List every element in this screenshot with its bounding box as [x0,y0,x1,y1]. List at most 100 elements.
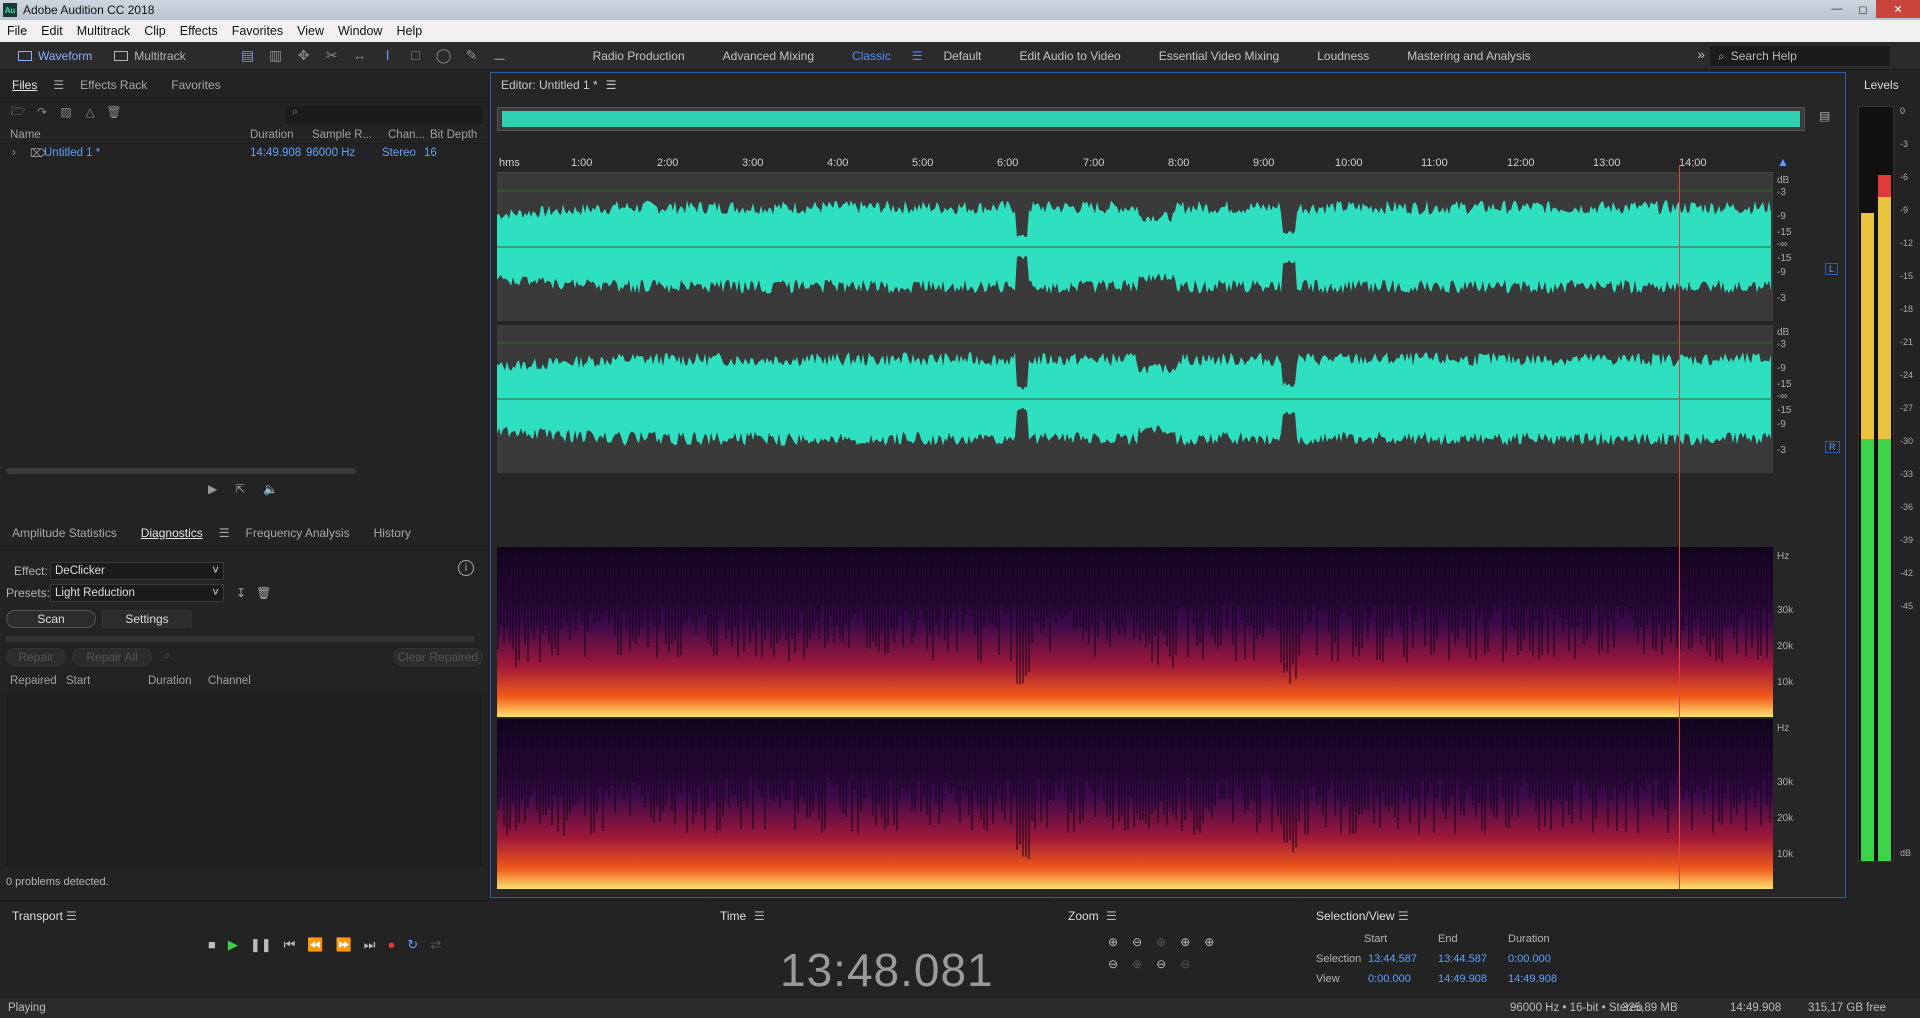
fast-forward-icon[interactable]: ⏩ [336,937,352,953]
menu-file[interactable]: File [0,24,34,38]
menu-clip[interactable]: Clip [137,24,173,38]
zoom-in-amplitude-icon[interactable]: ⊕ [1108,935,1118,949]
pitch-display-icon[interactable]: ▥ [262,47,290,64]
spectrogram-right[interactable] [497,719,1773,889]
snap-icon[interactable]: ▲ [1777,155,1789,169]
insert-multitrack-icon[interactable]: △ [78,105,102,119]
clear-repaired-button[interactable]: Clear Repaired [392,648,483,666]
skip-icon[interactable]: ⇄ [430,937,441,953]
multitrack-mode-button[interactable]: Multitrack [106,45,193,67]
scan-button[interactable]: Scan [6,610,96,628]
razor-tool-icon[interactable]: ✂ [318,47,346,64]
zoom-overview-icon[interactable]: ▤ [1819,109,1830,123]
zoom-selection-icon[interactable]: ⊕ [1180,935,1190,949]
loop-icon[interactable]: ↻ [407,937,418,953]
waveform-mode-button[interactable]: Waveform [10,45,100,67]
new-file-icon[interactable]: ▨ [54,105,78,119]
view-duration[interactable]: 14:49.908 [1508,973,1557,985]
waveform-right-channel[interactable] [497,325,1773,473]
go-to-end-icon[interactable]: ⏭ [364,937,376,953]
panel-menu-icon[interactable]: ☰ [606,78,617,92]
spectrogram-left[interactable] [497,547,1773,717]
stop-icon[interactable]: ■ [208,937,216,953]
menu-help[interactable]: Help [389,24,429,38]
col-sample-rate[interactable]: Sample R... [312,129,388,141]
workspace-loudness[interactable]: Loudness [1317,49,1369,63]
menu-multitrack[interactable]: Multitrack [70,24,137,38]
repair-button[interactable]: Repair [6,648,66,666]
channel-left-badge[interactable]: L [1825,263,1839,275]
col-channels[interactable]: Chan... [388,129,430,141]
col-start[interactable]: Start [66,675,148,687]
col-channel[interactable]: Channel [208,675,251,687]
speaker-icon[interactable]: 🔈 [263,482,278,496]
spot-healing-tool-icon[interactable]: ⚊ [486,47,514,64]
record-icon[interactable]: ● [387,937,395,953]
time-selection-tool-icon[interactable]: I [374,47,402,64]
selection-end[interactable]: 13:44.587 [1438,953,1487,965]
col-duration[interactable]: Duration [148,675,208,687]
col-name[interactable]: Name [0,129,250,141]
files-search-input[interactable]: ⌕ [286,106,482,124]
zoom-out-amplitude-icon[interactable]: ⊖ [1132,935,1142,949]
zoom-out-full-icon[interactable]: ⊖ [1108,957,1118,971]
effect-select[interactable]: DeClicker ˅ [50,562,224,580]
save-preset-icon[interactable]: ↧ [236,586,246,600]
selection-start[interactable]: 13:44.587 [1368,953,1417,965]
brush-tool-icon[interactable]: ✎ [458,47,486,64]
settings-button[interactable]: Settings [102,610,192,628]
workspace-edit-audio-to-video[interactable]: Edit Audio to Video [1020,49,1121,63]
repair-all-button[interactable]: Repair All [72,648,152,666]
search-help-input[interactable]: ⌕ Search Help [1710,46,1890,66]
marquee-tool-icon[interactable]: □ [402,47,430,64]
zoom-out-point-icon[interactable]: ⊖ [1156,957,1166,971]
move-tool-icon[interactable]: ✥ [290,47,318,64]
panel-menu-icon[interactable]: ☰ [49,78,68,92]
zoom-reset-icon[interactable]: ⊖ [1180,957,1190,971]
zoom-full-icon[interactable]: ⊕ [1204,935,1214,949]
col-bit-depth[interactable]: Bit Depth [430,129,477,141]
channel-right-badge[interactable]: R [1825,441,1840,453]
play-preview-icon[interactable]: ▶ [208,482,217,496]
workspace-radio-production[interactable]: Radio Production [593,49,685,63]
zoom-in-point-icon[interactable]: ⊕ [1132,957,1142,971]
go-to-start-icon[interactable]: ⏮ [284,937,296,953]
playhead[interactable] [1678,165,1680,889]
close-button[interactable]: ✕ [1876,0,1920,18]
tab-files[interactable]: Files [0,78,49,92]
menu-edit[interactable]: Edit [34,24,70,38]
waveform-left-channel[interactable] [497,173,1773,321]
workspace-menu-icon[interactable]: ☰ [912,49,923,63]
tab-favorites[interactable]: Favorites [159,78,232,92]
workspace-mastering[interactable]: Mastering and Analysis [1407,49,1530,63]
col-duration[interactable]: Duration [250,129,312,141]
delete-preset-icon[interactable]: 🗑 [256,586,271,600]
workspace-classic[interactable]: Classic [852,49,891,63]
view-end[interactable]: 14:49.908 [1438,973,1487,985]
spectral-display-icon[interactable]: ▤ [234,47,262,64]
delete-file-icon[interactable]: 🗑 [102,105,126,119]
menu-effects[interactable]: Effects [173,24,225,38]
workspace-advanced-mixing[interactable]: Advanced Mixing [723,49,814,63]
tab-diagnostics[interactable]: Diagnostics [129,526,215,540]
zoom-in-time-icon[interactable]: ⊕ [1156,935,1166,949]
time-ruler[interactable]: hms 1:00 2:00 3:00 4:00 5:00 6:00 7:00 8… [497,155,1773,173]
info-icon[interactable]: i [458,560,474,576]
tab-amplitude-statistics[interactable]: Amplitude Statistics [0,526,129,540]
import-file-icon[interactable]: ↷ [30,105,54,119]
slip-tool-icon[interactable]: ↔ [346,47,374,64]
menu-favorites[interactable]: Favorites [225,24,290,38]
overview-bar[interactable] [497,107,1805,131]
tab-frequency-analysis[interactable]: Frequency Analysis [234,526,362,540]
col-repaired[interactable]: Repaired [6,675,66,687]
menu-window[interactable]: Window [331,24,389,38]
expand-icon[interactable]: › [0,147,30,159]
selection-duration[interactable]: 0:00.000 [1508,953,1551,965]
file-row[interactable]: › ⌦ Untitled 1 * 14:49.908 96000 Hz Ster… [0,144,488,162]
panel-menu-icon[interactable]: ☰ [754,909,765,923]
workspace-essential-video-mixing[interactable]: Essential Video Mixing [1159,49,1280,63]
maximize-button[interactable]: ◻ [1850,0,1876,18]
menu-view[interactable]: View [290,24,331,38]
panel-menu-icon[interactable]: ☰ [215,526,234,540]
workspace-default[interactable]: Default [943,49,981,63]
